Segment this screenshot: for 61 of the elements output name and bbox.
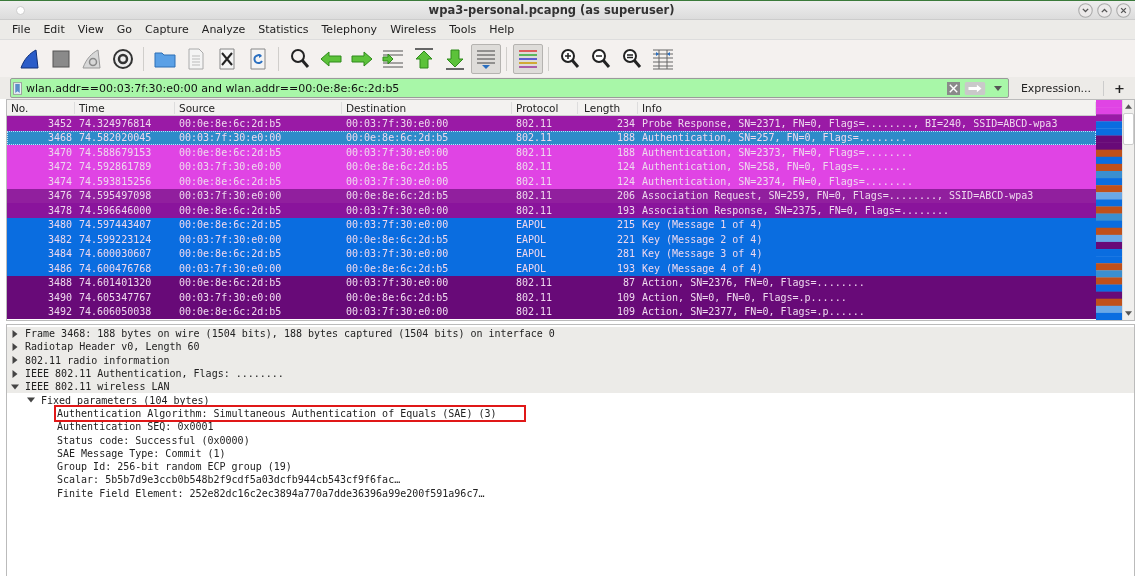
- expand-icon[interactable]: [11, 329, 19, 338]
- menu-item[interactable]: Help: [483, 23, 522, 36]
- detail-line[interactable]: 802.11 radio information: [25, 354, 170, 366]
- window-title: wpa3-personal.pcapng (as superuser): [427, 3, 676, 17]
- shark-fin-icon: [17, 46, 42, 71]
- menu-item[interactable]: Edit: [37, 23, 72, 36]
- maximize-icon[interactable]: [1097, 2, 1112, 18]
- dropdown-caret-icon[interactable]: [993, 85, 1002, 91]
- close-icon[interactable]: [1116, 2, 1131, 18]
- menu-item[interactable]: Analyze: [195, 23, 253, 36]
- scrollbar[interactable]: [1122, 100, 1134, 320]
- detail-line[interactable]: Finite Field Element: 252e82dc16c2ec3894a770a7dde36396a99e200f591a96c7…: [57, 487, 485, 499]
- display-filter-field[interactable]: wlan.addr==00:03:7f:30:e0:00 and wlan.addr==00:0e:8e:6c:2d:b5: [10, 78, 1009, 98]
- column-header[interactable]: Destination: [342, 101, 512, 114]
- restart-fin-icon: [79, 46, 104, 71]
- collapse-icon[interactable]: [27, 396, 35, 405]
- menu-item[interactable]: Statistics: [252, 23, 316, 36]
- expand-icon[interactable]: [11, 342, 19, 351]
- packet-row[interactable]: 3452 74.324976814 00:0e:8e:6c:2d:b5 00:03:7f:30:e0:00 802.11 234 Probe Response, SN=2371, FN=0, Flags=........, BI=240, SSID=ABCD-wpa3: [7, 116, 1096, 131]
- packet-row[interactable]: 3482 74.599223124 00:03:7f:30:e0:00 00:0e:8e:6c:2d:b5 EAPOL 221 Key (Message 2 of 4): [7, 232, 1096, 247]
- expand-icon[interactable]: [11, 356, 19, 365]
- clear-icon[interactable]: [946, 81, 960, 95]
- menu-item[interactable]: Tools: [443, 23, 484, 36]
- bookmark-icon[interactable]: [13, 81, 22, 95]
- expression-button[interactable]: Expression...: [1014, 81, 1098, 95]
- resize-columns-icon: [650, 46, 675, 71]
- packet-row[interactable]: 3478 74.596646000 00:0e:8e:6c:2d:b5 00:03:7f:30:e0:00 802.11 193 Association Response, SN=2375, FN=0, Flags=........: [7, 203, 1096, 218]
- column-header[interactable]: Time: [75, 101, 175, 114]
- scroll-thumb[interactable]: [1123, 113, 1134, 145]
- menu-item[interactable]: Capture: [139, 23, 196, 36]
- detail-line[interactable]: Fixed parameters (104 bytes): [41, 394, 210, 406]
- scroll-up-icon[interactable]: [1125, 104, 1132, 109]
- detail-line[interactable]: IEEE 802.11 wireless LAN: [25, 381, 170, 393]
- scroll-down-icon[interactable]: [1125, 311, 1132, 316]
- menu-item[interactable]: File: [6, 23, 38, 36]
- detail-line[interactable]: IEEE 802.11 Authentication, Flags: ........: [25, 368, 284, 380]
- column-header[interactable]: Source: [175, 101, 342, 114]
- minimize-icon[interactable]: [1078, 2, 1093, 18]
- add-filter-button[interactable]: +: [1103, 80, 1129, 96]
- packet-row[interactable]: 3486 74.600476768 00:03:7f:30:e0:00 00:0e:8e:6c:2d:b5 EAPOL 193 Key (Message 4 of 4): [7, 261, 1096, 276]
- auto-scroll-button[interactable]: [470, 43, 501, 74]
- expand-icon[interactable]: [11, 369, 19, 378]
- detail-line[interactable]: Status code: Successful (0x0000): [57, 434, 250, 446]
- column-header[interactable]: No.: [7, 101, 75, 114]
- menu-item[interactable]: View: [71, 23, 111, 36]
- detail-line[interactable]: SAE Message Type: Commit (1): [57, 447, 226, 459]
- menu-item[interactable]: Go: [110, 23, 140, 36]
- packet-row[interactable]: 3490 74.605347767 00:03:7f:30:e0:00 00:0e:8e:6c:2d:b5 802.11 109 Action, SN=0, FN=0, Flags=.p......: [7, 290, 1096, 305]
- detail-line[interactable]: Group Id: 256-bit random ECP group (19): [57, 461, 292, 473]
- settings-icon: [110, 46, 135, 71]
- column-header[interactable]: Protocol: [512, 101, 578, 114]
- detail-line[interactable]: Authentication SEQ: 0x0001: [57, 421, 214, 433]
- collapse-icon[interactable]: [11, 382, 19, 391]
- detail-line[interactable]: Scalar: 5b5b7d9e3ccb0b548b2f9cdf5a03dcfb944cb543cf9f6fac…: [57, 474, 401, 486]
- menu-item[interactable]: Wireless: [384, 23, 444, 36]
- column-header[interactable]: Length: [578, 101, 638, 114]
- detail-line[interactable]: Radiotap Header v0, Length 60: [25, 341, 200, 353]
- colorize-button[interactable]: [512, 43, 543, 74]
- detail-line[interactable]: Authentication Algorithm: Simultaneous Authentication of Equals (SAE) (3): [57, 407, 523, 419]
- menu-item[interactable]: Telephony: [315, 23, 385, 36]
- packet-minimap-drawing[interactable]: [1096, 100, 1122, 320]
